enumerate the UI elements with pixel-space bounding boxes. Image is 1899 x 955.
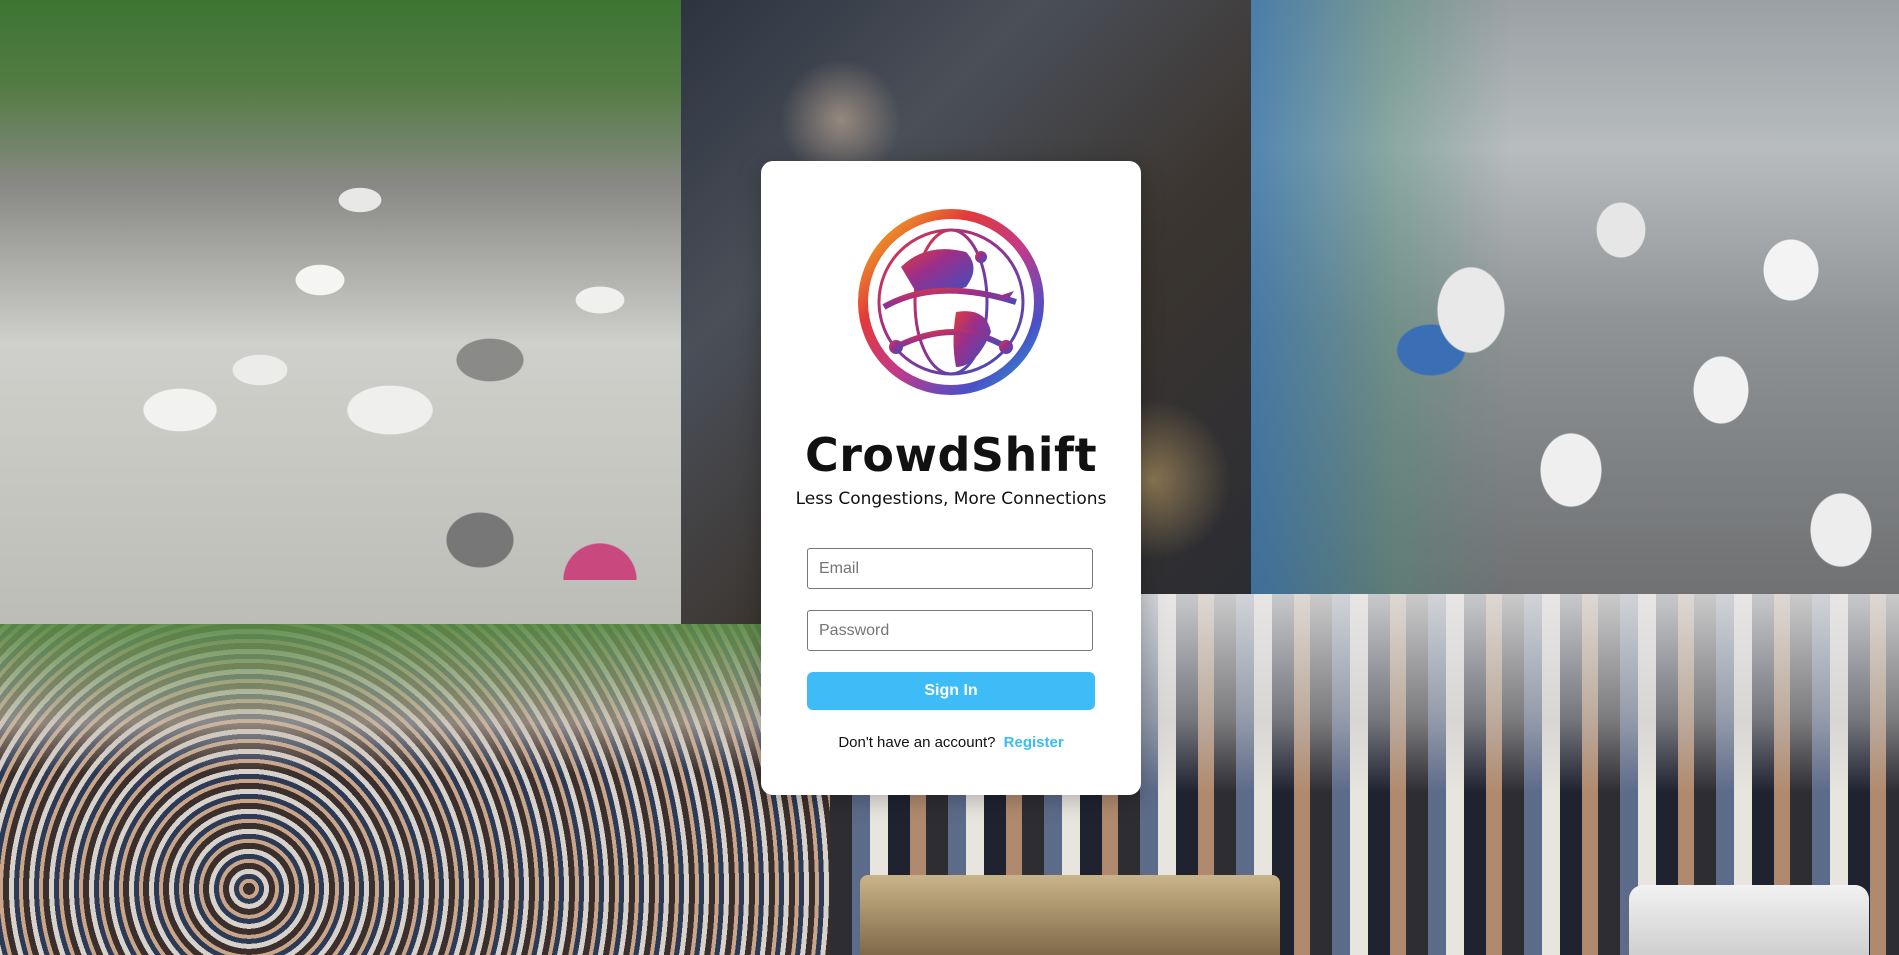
background-photo-city-traffic: [1251, 0, 1899, 594]
login-card: CrowdShift Less Congestions, More Connec…: [761, 161, 1141, 795]
background-photo-traffic-street: [0, 0, 681, 624]
register-prompt-row: Don't have an account? Register: [761, 734, 1141, 751]
app-title: CrowdShift: [804, 428, 1098, 482]
sign-in-button[interactable]: Sign In: [807, 672, 1095, 710]
globe-logo-icon: [858, 209, 1044, 395]
password-field[interactable]: [807, 610, 1093, 651]
register-link[interactable]: Register: [1004, 734, 1064, 751]
background-photo-festival-crowd: [0, 624, 830, 955]
app-tagline: Less Congestions, More Connections: [795, 489, 1107, 509]
register-prompt-text: Don't have an account?: [838, 734, 996, 751]
email-field[interactable]: [807, 548, 1093, 589]
